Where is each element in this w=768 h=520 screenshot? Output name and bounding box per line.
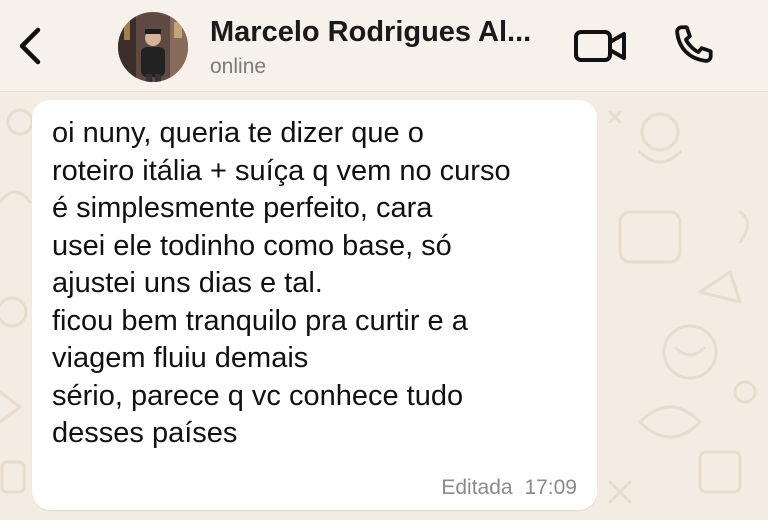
message-time: 17:09 bbox=[524, 476, 577, 499]
contact-status: online bbox=[210, 55, 267, 78]
avatar[interactable] bbox=[118, 12, 188, 82]
video-camera-icon bbox=[574, 30, 626, 62]
chat-header: Marcelo Rodrigues Al... online bbox=[0, 0, 768, 92]
video-call-button[interactable] bbox=[572, 24, 630, 68]
message-text: oi nuny, queria te dizer que o roteiro i… bbox=[52, 117, 511, 449]
voice-call-button[interactable] bbox=[668, 20, 718, 70]
message-bubble[interactable]: oi nuny, queria te dizer que o roteiro i… bbox=[32, 100, 597, 510]
chevron-left-icon bbox=[19, 27, 41, 65]
message-meta: Editada 17:09 bbox=[441, 476, 577, 500]
phone-icon bbox=[675, 25, 713, 63]
contact-name[interactable]: Marcelo Rodrigues Al... bbox=[210, 16, 555, 49]
back-button[interactable] bbox=[12, 22, 52, 70]
edited-label: Editada bbox=[441, 476, 513, 499]
